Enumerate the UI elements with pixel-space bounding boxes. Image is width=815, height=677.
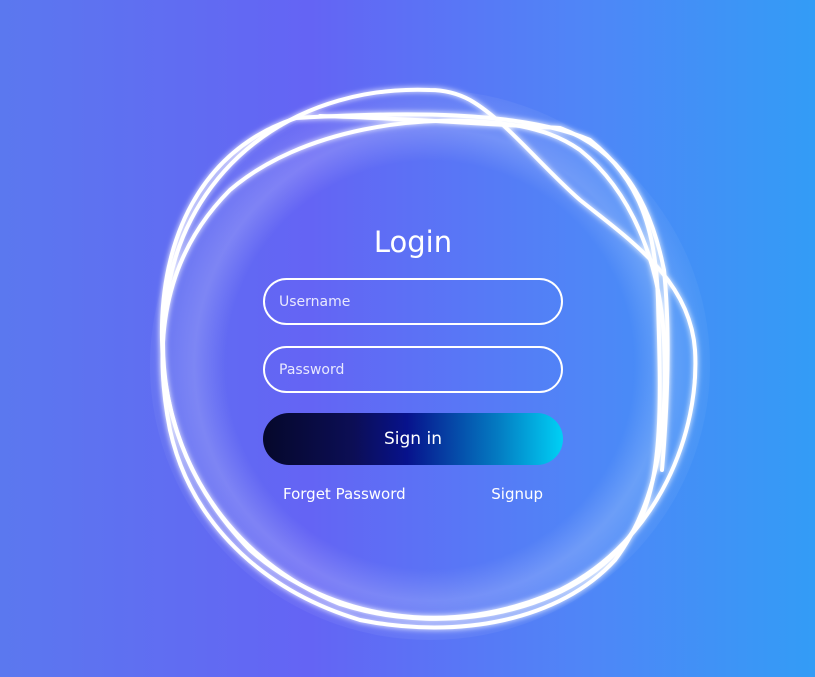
login-title: Login — [373, 225, 453, 259]
auth-links: Forget Password Signup — [263, 485, 563, 515]
login-form: Login Sign in Forget Password Signup — [263, 220, 563, 515]
password-input[interactable] — [263, 346, 563, 393]
forget-password-link[interactable]: Forget Password — [283, 485, 406, 503]
username-input[interactable] — [263, 278, 563, 325]
sign-in-button[interactable]: Sign in — [263, 413, 563, 465]
signup-link[interactable]: Signup — [491, 485, 543, 503]
